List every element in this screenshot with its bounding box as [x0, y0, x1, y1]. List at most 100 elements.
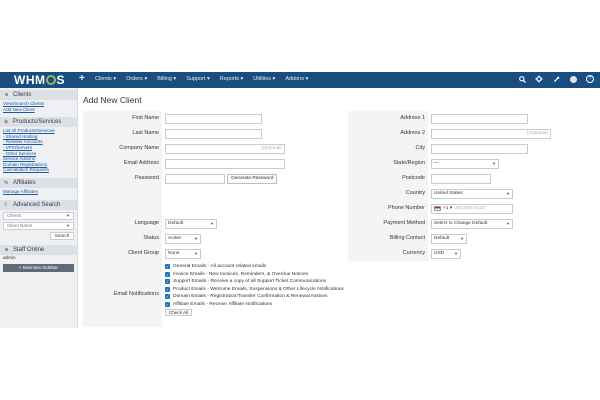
notification-option[interactable]: ✓ Affiliate Emails - Receive Affiliate No… [165, 301, 272, 309]
checkbox-checked-icon[interactable]: ✓ [165, 286, 170, 292]
link-manage-affiliates[interactable]: Manage Affiliates [0, 189, 77, 195]
notification-option[interactable]: ✓ Support Emails - Receive a copy of all … [165, 278, 326, 286]
checkbox-checked-icon[interactable]: ✓ [165, 294, 170, 300]
form-row: Phone Number +1 ▾ 201-555-0123 [83, 201, 594, 216]
phone-input[interactable]: +1 ▾ 201-555-0123 [431, 203, 513, 214]
form-row: First Name Address 1 [83, 111, 594, 126]
chevron-down-icon: ▼ [460, 236, 464, 241]
city-input[interactable] [431, 143, 528, 154]
label-address2: Address 2 [348, 126, 428, 141]
chevron-down-icon: ▼ [194, 251, 198, 256]
sidebar-affiliates-header: ↹ Affiliates [0, 177, 77, 188]
company-input[interactable]: (Optional) [165, 143, 285, 154]
search-field-select[interactable]: Client Name ▼ [3, 221, 74, 230]
currency-select[interactable]: USD ▼ [431, 248, 461, 259]
label-email: Email Address [83, 156, 162, 171]
label-payment-method: Payment Method [348, 216, 428, 231]
payment-method-select[interactable]: Select to Change Default ▼ [431, 218, 513, 229]
label-phone: Phone Number [348, 201, 428, 216]
label-language: Language [83, 216, 162, 231]
notification-option[interactable]: ✓ General Emails - All account related em… [165, 263, 266, 271]
checkbox-checked-icon[interactable]: ✓ [165, 301, 170, 307]
label-status: Status [83, 231, 162, 246]
form-row: Password Generate Password Postcode [83, 171, 594, 186]
status-select[interactable]: Active ▼ [165, 233, 201, 244]
menu-addons[interactable]: Addons ▾ [285, 76, 308, 82]
menu-support[interactable]: Support ▾ [186, 76, 210, 82]
sidebar-staff-header: ☻ Staff Online [0, 244, 77, 255]
phone-country-code[interactable]: +1 ▾ [443, 206, 452, 211]
label-currency: Currency [348, 246, 428, 261]
affiliates-icon: ↹ [4, 179, 9, 186]
quick-add-button[interactable]: + [79, 73, 85, 84]
label-billing-contact: Billing Contact [348, 231, 428, 246]
form-row: Last Name Address 2 (Optional) [83, 126, 594, 141]
chevron-down-icon: ▼ [492, 161, 496, 166]
help-icon[interactable]: ? [586, 75, 594, 83]
search-icon[interactable] [518, 75, 526, 83]
notification-option[interactable]: ✓ Invoice Emails - New Invoices, Reminder… [165, 271, 308, 279]
first-name-input[interactable] [165, 113, 262, 124]
form-row: Status Active ▼ Billing Contact Default ▼ [83, 231, 594, 246]
label-last-name: Last Name [83, 126, 162, 141]
notification-option[interactable]: ✓ Product Emails - Welcome Emails, Suspen… [165, 286, 344, 294]
checkbox-checked-icon[interactable]: ✓ [165, 271, 170, 277]
minimise-sidebar-button[interactable]: « Minimise Sidebar [3, 263, 74, 272]
checkbox-checked-icon[interactable]: ✓ [165, 279, 170, 285]
state-select[interactable]: — ▼ [431, 158, 499, 169]
wrench-icon[interactable] [552, 75, 560, 83]
generate-password-button[interactable]: Generate Password [227, 173, 278, 184]
search-type-select[interactable]: Clients ▼ [3, 211, 74, 220]
email-input[interactable] [165, 158, 285, 169]
search-icon: ⚲ [4, 201, 8, 208]
form-row: Language Default ▼ Payment Method Select … [83, 216, 594, 231]
form-row: Client Group None ▼ Currency USD ▼ [83, 246, 594, 261]
menu-utilities[interactable]: Utilities ▾ [253, 76, 275, 82]
notification-option[interactable]: ✓ Domain Emails - Registration/Transfer C… [165, 293, 327, 301]
postcode-input[interactable] [431, 173, 491, 184]
menu-billing[interactable]: Billing ▾ [157, 76, 176, 82]
logo-ring-icon [46, 75, 56, 85]
label-client-group: Client Group [83, 246, 162, 261]
avatar-icon[interactable] [569, 75, 577, 83]
gear-icon[interactable] [535, 75, 543, 83]
address2-input[interactable]: (Optional) [431, 128, 551, 139]
sidebar-products-header: ◉ Products/Services [0, 117, 77, 128]
chevron-down-icon: ▼ [454, 251, 458, 256]
menu-reports[interactable]: Reports ▾ [220, 76, 244, 82]
country-select[interactable]: United States ▼ [431, 188, 513, 199]
label-state: State/Region [348, 156, 428, 171]
link-cancellation-requests[interactable]: Cancellation Requests [0, 167, 77, 173]
label-postcode: Postcode [348, 171, 428, 186]
whmcs-logo[interactable]: WHM S [14, 73, 65, 87]
chevron-down-icon: ▼ [194, 236, 198, 241]
link-add-new-client[interactable]: Add New Client [0, 107, 77, 113]
sidebar-search-header: ⚲ Advanced Search [0, 199, 77, 210]
password-input[interactable] [165, 173, 225, 184]
logo-text-end: S [56, 73, 66, 87]
form-row: Email Address State/Region — ▼ [83, 156, 594, 171]
menu-orders[interactable]: Orders ▾ [126, 76, 147, 82]
main-content: Add New Client First Name Address 1 Last… [78, 88, 600, 328]
sidebar: ☻ Clients View/Search Clients Add New Cli… [0, 88, 78, 328]
address2-placeholder: (Optional) [526, 131, 548, 136]
language-select[interactable]: Default ▼ [165, 218, 217, 229]
address1-input[interactable] [431, 113, 528, 124]
chevron-down-icon: ▼ [66, 213, 70, 219]
form-row: Company Name (Optional) City [83, 141, 594, 156]
add-client-form: First Name Address 1 Last Name Address 2… [83, 111, 594, 327]
users-icon: ☻ [4, 246, 10, 253]
sidebar-search-button[interactable]: Search [50, 231, 74, 240]
check-all-button[interactable]: Check All [165, 309, 193, 316]
form-row: Country United States ▼ [83, 186, 594, 201]
users-icon: ☻ [4, 92, 10, 98]
menu-clients[interactable]: Clients ▾ [95, 76, 116, 82]
label-email-notifications: Email Notifications [83, 261, 162, 327]
top-navigation-bar: WHM S + Clients ▾ Orders ▾ Billing ▾ Supp… [0, 72, 600, 88]
billing-contact-select[interactable]: Default ▼ [431, 233, 467, 244]
client-group-select[interactable]: None ▼ [165, 248, 201, 259]
avatar [569, 75, 577, 83]
checkbox-checked-icon[interactable]: ✓ [165, 264, 170, 270]
toolbar-icons: ? [509, 75, 594, 83]
last-name-input[interactable] [165, 128, 262, 139]
